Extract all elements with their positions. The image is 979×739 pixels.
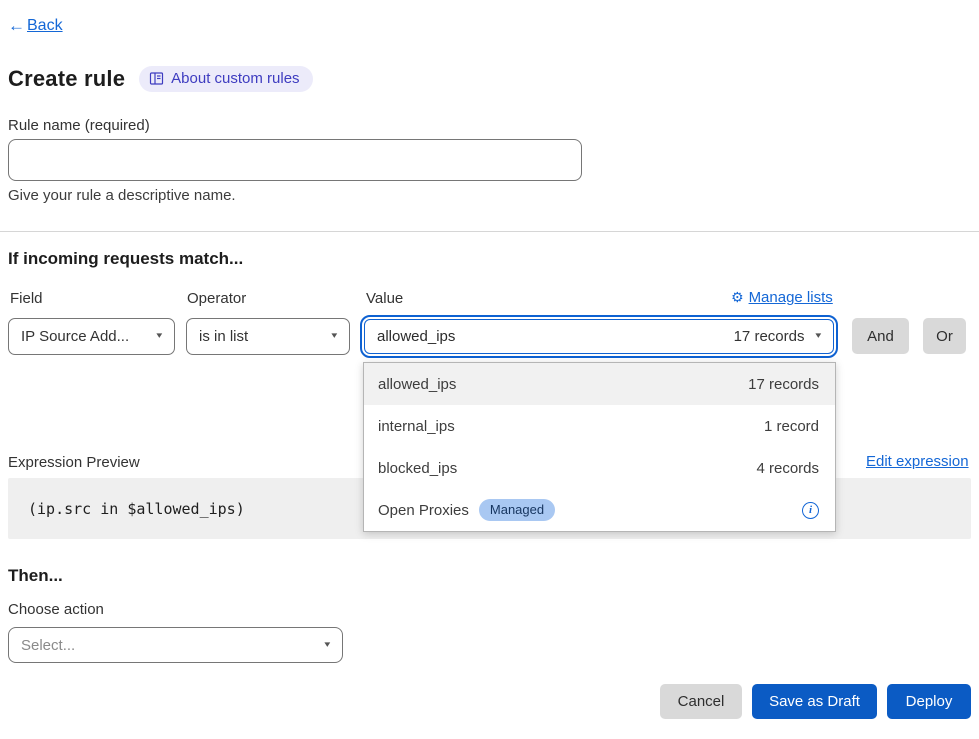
choose-action-label: Choose action (8, 601, 104, 618)
list-item-open-proxies[interactable]: Open Proxies Managed i (364, 489, 835, 531)
list-item-allowed-ips[interactable]: allowed_ips 17 records (364, 363, 835, 405)
list-item-records: 4 records (756, 460, 819, 477)
gear-icon: ⚙ (731, 291, 744, 305)
manage-lists-link[interactable]: ⚙ Manage lists (731, 289, 838, 306)
rule-name-input[interactable] (8, 139, 582, 181)
info-icon[interactable]: i (802, 502, 819, 519)
expression-preview-label: Expression Preview (8, 454, 140, 471)
about-badge-label: About custom rules (171, 70, 299, 87)
list-item-records: 17 records (748, 376, 819, 393)
list-item-blocked-ips[interactable]: blocked_ips 4 records (364, 447, 835, 489)
list-item-records: 1 record (764, 418, 819, 435)
cancel-button[interactable]: Cancel (660, 684, 742, 719)
value-select-focus-ring: allowed_ips 17 records ▾ (360, 315, 838, 358)
about-custom-rules-link[interactable]: About custom rules (139, 66, 312, 92)
chevron-down-icon: ▾ (325, 641, 331, 650)
action-select-placeholder: Select... (21, 637, 75, 654)
then-section-heading: Then... (8, 566, 63, 586)
managed-badge: Managed (479, 499, 555, 521)
and-button[interactable]: And (852, 318, 909, 354)
save-as-draft-button[interactable]: Save as Draft (752, 684, 877, 719)
deploy-button[interactable]: Deploy (887, 684, 971, 719)
list-item-internal-ips[interactable]: internal_ips 1 record (364, 405, 835, 447)
rule-name-helper: Give your rule a descriptive name. (8, 187, 236, 204)
page-header: Create rule About custom rules (8, 66, 313, 92)
edit-expression-link[interactable]: Edit expression (866, 453, 969, 470)
chevron-down-icon: ▾ (157, 332, 163, 341)
operator-label: Operator (187, 290, 246, 307)
back-label: Back (27, 17, 63, 35)
list-item-name: Open Proxies (378, 502, 469, 519)
manage-lists-label: Manage lists (749, 289, 833, 306)
chevron-down-icon: ▾ (816, 332, 822, 341)
book-icon (149, 71, 164, 86)
list-item-name: allowed_ips (378, 376, 456, 393)
operator-select[interactable]: is in list ▾ (186, 318, 350, 355)
field-select-value: IP Source Add... (21, 328, 129, 345)
value-select[interactable]: allowed_ips 17 records ▾ (364, 319, 834, 354)
page-title: Create rule (8, 66, 125, 92)
back-link[interactable]: ←Back (8, 16, 63, 36)
rule-name-label: Rule name (required) (8, 117, 150, 134)
list-item-name: blocked_ips (378, 460, 457, 477)
value-select-selected: allowed_ips (377, 328, 455, 345)
value-label: Value (366, 290, 403, 307)
or-button[interactable]: Or (923, 318, 966, 354)
value-select-records: 17 records (734, 328, 805, 345)
chevron-down-icon: ▾ (332, 332, 338, 341)
list-item-name: internal_ips (378, 418, 455, 435)
section-divider (0, 231, 979, 232)
action-select[interactable]: Select... ▾ (8, 627, 343, 663)
field-select[interactable]: IP Source Add... ▾ (8, 318, 175, 355)
field-label: Field (10, 290, 43, 307)
match-section-heading: If incoming requests match... (8, 249, 243, 269)
list-dropdown-panel: allowed_ips 17 records internal_ips 1 re… (363, 362, 836, 532)
operator-select-value: is in list (199, 328, 248, 345)
back-arrow-icon: ← (8, 16, 25, 36)
expression-code: (ip.src in $allowed_ips) (28, 500, 245, 518)
